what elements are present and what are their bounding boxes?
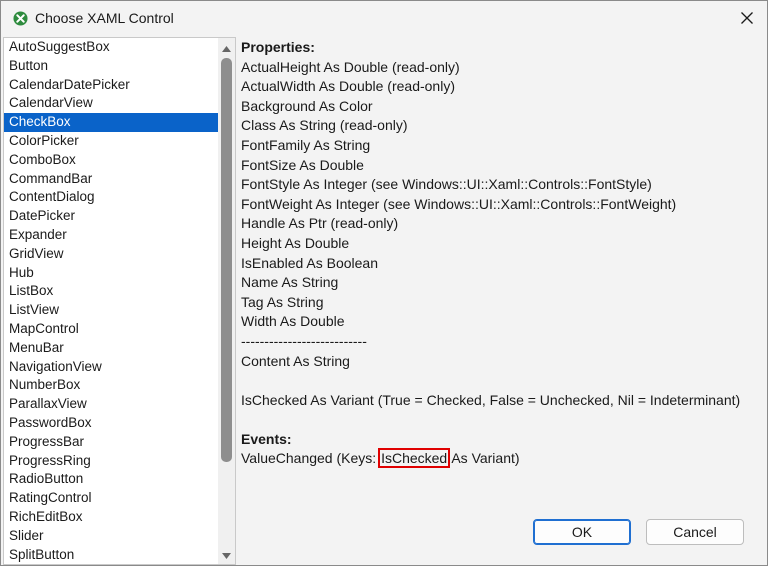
list-item[interactable]: ColorPicker — [4, 132, 218, 151]
property-line: Class As String (read-only) — [241, 117, 408, 134]
content-property: Content As String — [241, 352, 350, 369]
list-item[interactable]: MenuBar — [4, 339, 218, 358]
list-item[interactable]: DatePicker — [4, 207, 218, 226]
list-item[interactable]: RadioButton — [4, 470, 218, 489]
ok-button[interactable]: OK — [533, 519, 631, 545]
property-line: ActualWidth As Double (read-only) — [241, 78, 455, 95]
list-item[interactable]: ComboBox — [4, 151, 218, 170]
list-item[interactable]: ParallaxView — [4, 395, 218, 414]
property-line: FontWeight As Integer (see Windows::UI::… — [241, 195, 677, 212]
list-item[interactable]: CommandBar — [4, 170, 218, 189]
highlighted-event-key: IsChecked — [378, 448, 451, 469]
list-item[interactable]: GridView — [4, 245, 218, 264]
list-item[interactable]: NavigationView — [4, 358, 218, 377]
separator-line: --------------------------- — [241, 332, 367, 349]
property-line: IsEnabled As Boolean — [241, 254, 378, 271]
list-item[interactable]: RatingControl — [4, 489, 218, 508]
cancel-button[interactable]: Cancel — [646, 519, 744, 545]
list-item[interactable]: SplitButton — [4, 546, 218, 564]
list-item[interactable]: ListView — [4, 301, 218, 320]
close-icon — [741, 12, 753, 24]
list-item[interactable]: Hub — [4, 264, 218, 283]
list-item[interactable]: NumberBox — [4, 376, 218, 395]
property-line: Name As String — [241, 274, 339, 291]
list-item[interactable]: ProgressRing — [4, 452, 218, 471]
events-heading: Events: — [241, 430, 292, 447]
list-item[interactable]: CalendarView — [4, 94, 218, 113]
list-item[interactable]: ListBox — [4, 282, 218, 301]
list-item[interactable]: Slider — [4, 527, 218, 546]
list-scrollbar[interactable] — [218, 38, 235, 564]
list-item[interactable]: MapControl — [4, 320, 218, 339]
scroll-down-arrow-icon — [222, 552, 231, 559]
list-item[interactable]: AutoSuggestBox — [4, 38, 218, 57]
ischecked-property: IsChecked As Variant (True = Checked, Fa… — [241, 391, 741, 408]
property-line: Width As Double — [241, 313, 345, 330]
property-line: Tag As String — [241, 293, 324, 310]
app-icon — [13, 11, 28, 26]
list-item[interactable]: ContentDialog — [4, 188, 218, 207]
list-item[interactable]: CalendarDatePicker — [4, 76, 218, 95]
properties-list: ActualHeight As Double (read-only) Actual… — [241, 58, 761, 332]
property-line: Background As Color — [241, 97, 373, 114]
window-title: Choose XAML Control — [35, 10, 174, 26]
property-line: ActualHeight As Double (read-only) — [241, 58, 460, 75]
properties-heading: Properties: — [241, 39, 315, 55]
close-button[interactable] — [733, 5, 761, 31]
list-item[interactable]: PasswordBox — [4, 414, 218, 433]
property-line: FontSize As Double — [241, 156, 364, 173]
scroll-down-button[interactable] — [218, 547, 235, 564]
list-item[interactable]: Button — [4, 57, 218, 76]
control-details-panel: Properties: ActualHeight As Double (read… — [241, 38, 761, 469]
scroll-up-arrow-icon — [222, 45, 231, 52]
valuechanged-event: ValueChanged (Keys: IsChecked As Variant… — [241, 448, 761, 469]
title-bar: Choose XAML Control — [1, 1, 767, 35]
property-line: Handle As Ptr (read-only) — [241, 215, 399, 232]
scroll-thumb[interactable] — [221, 58, 232, 462]
control-list: AutoSuggestBox Button CalendarDatePicker Ca… — [4, 38, 218, 564]
property-line: FontStyle As Integer (see Windows::UI::X… — [241, 176, 652, 193]
list-item[interactable]: ProgressBar — [4, 433, 218, 452]
list-item[interactable]: CheckBox — [4, 113, 218, 132]
event-suffix: As Variant) — [448, 450, 520, 467]
list-item[interactable]: Expander — [4, 226, 218, 245]
property-line: FontFamily As String — [241, 136, 371, 153]
scroll-up-button[interactable] — [218, 40, 235, 57]
choose-xaml-control-dialog: Choose XAML Control AutoSuggestBox Button… — [0, 0, 768, 566]
control-listbox[interactable]: AutoSuggestBox Button CalendarDatePicker Ca… — [3, 37, 236, 565]
property-line: Height As Double — [241, 234, 350, 251]
list-item[interactable]: RichEditBox — [4, 508, 218, 527]
event-prefix: ValueChanged (Keys: — [241, 450, 381, 467]
